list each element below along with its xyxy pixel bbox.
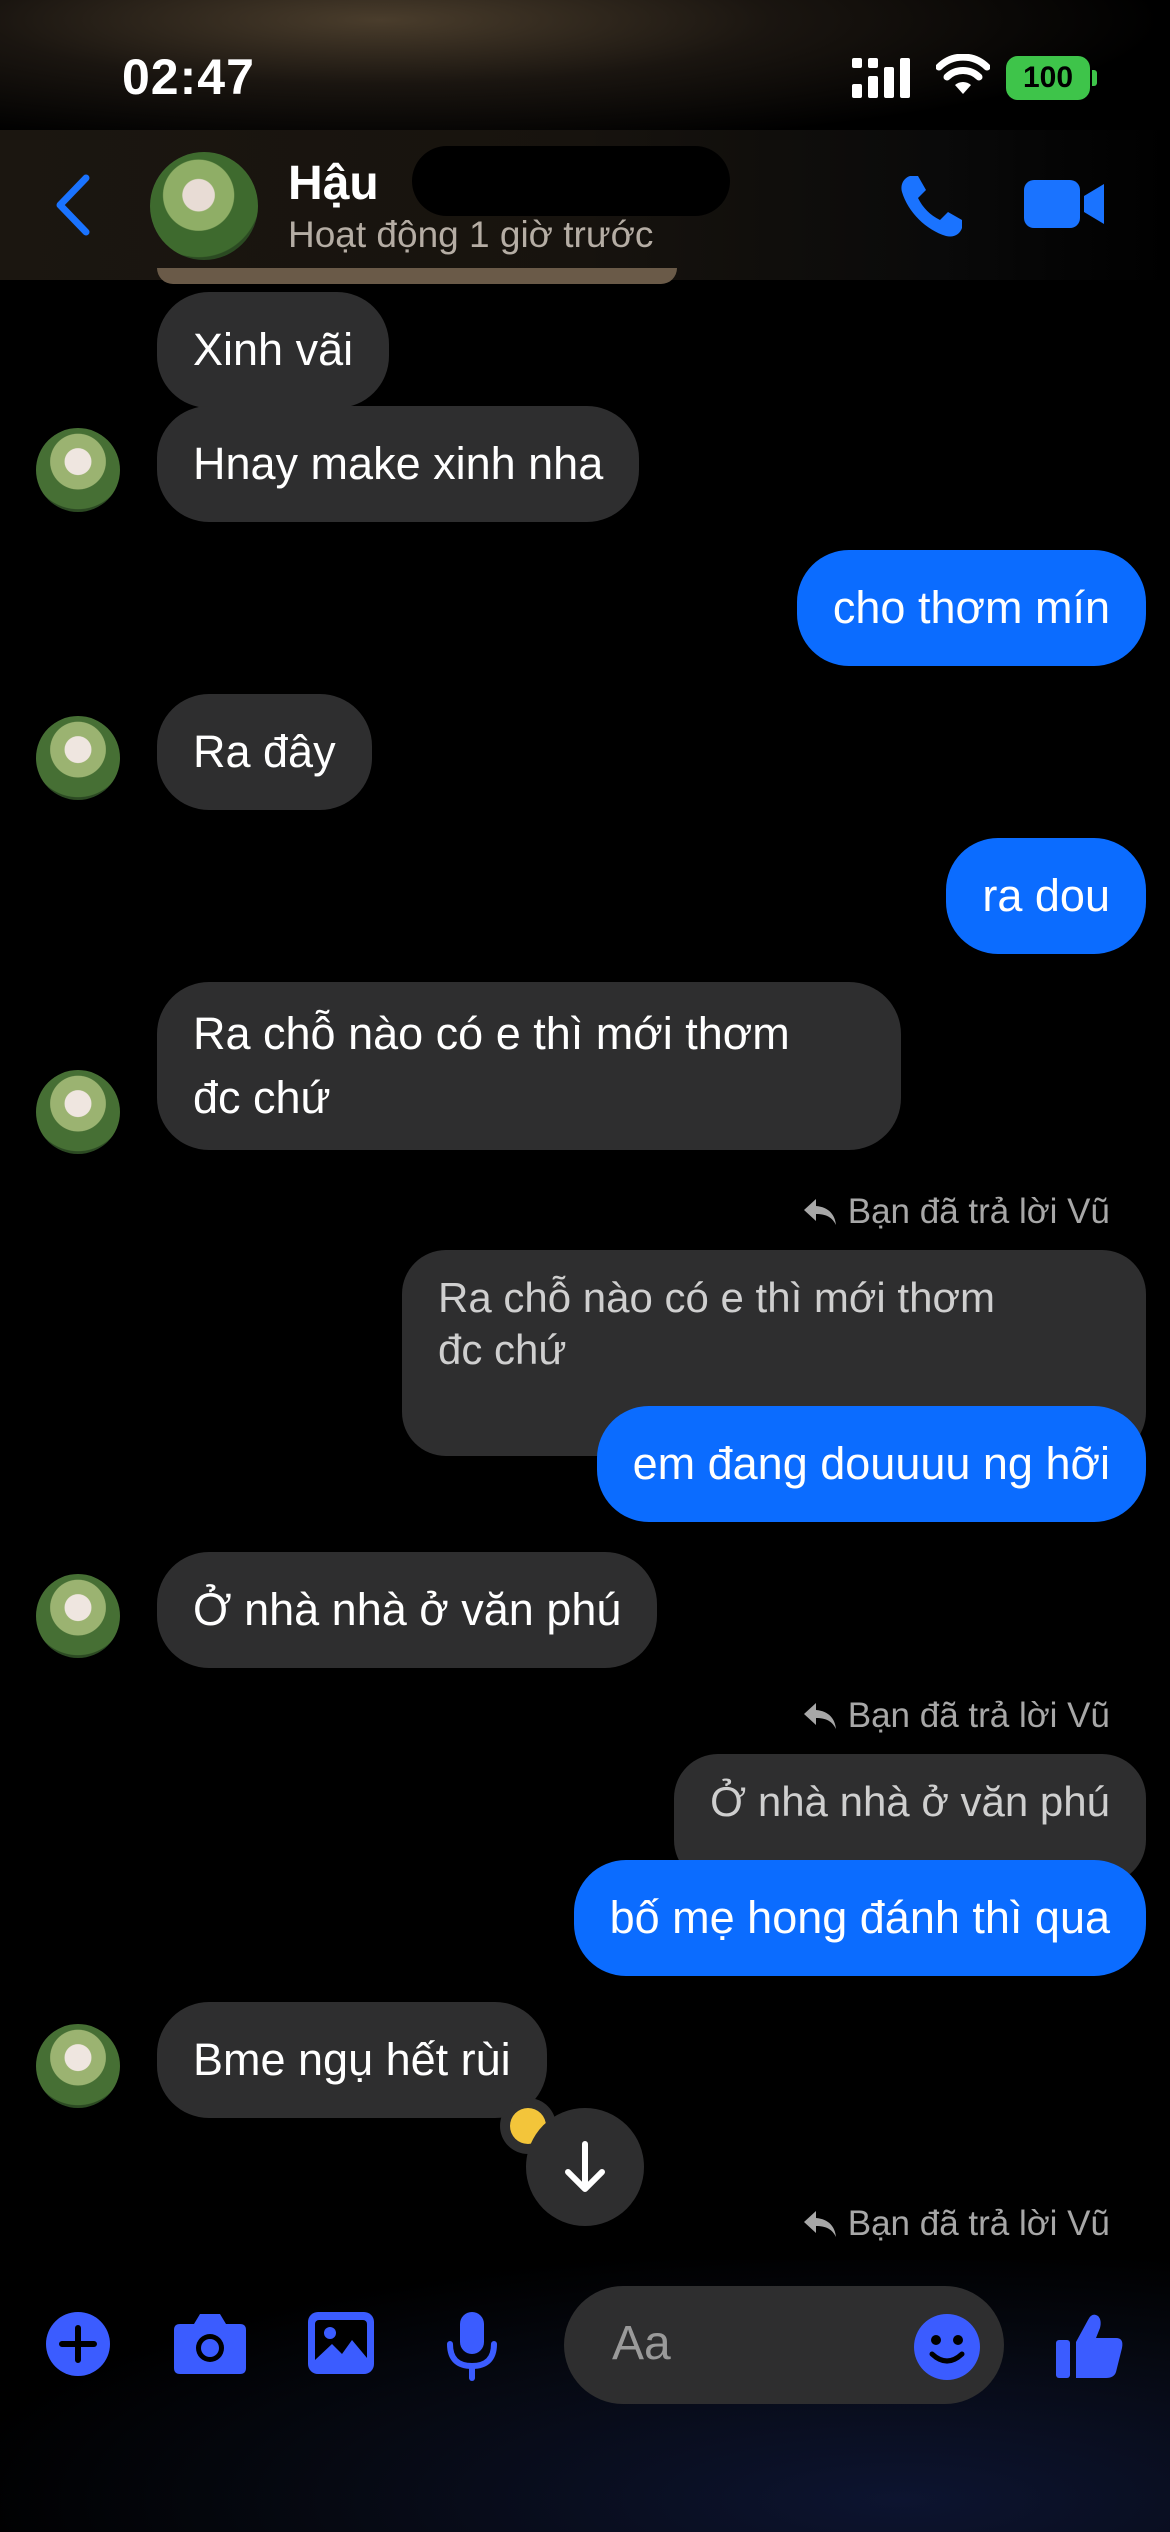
message-bubble-outgoing[interactable]: bố mẹ hong đánh thì qua: [573, 1860, 1146, 1976]
back-button[interactable]: [48, 170, 98, 240]
message-bubble-incoming[interactable]: Bme ngụ hết rùi: [157, 2002, 547, 2118]
message-bubble-incoming[interactable]: Xinh vãi: [157, 292, 390, 408]
message-bubble-outgoing[interactable]: cho thơm mín: [796, 550, 1146, 666]
camera-button[interactable]: [172, 2310, 248, 2376]
microphone-button[interactable]: [444, 2310, 500, 2382]
scroll-to-bottom-button[interactable]: [526, 2108, 644, 2226]
reply-indicator: Bạn đã trả lời Vũ: [802, 1696, 1110, 1736]
add-button[interactable]: [44, 2310, 112, 2378]
quoted-text-line: đc chứ: [438, 1326, 567, 1373]
message-bubble-incoming[interactable]: Ở nhà nhà ở văn phú: [157, 1552, 658, 1668]
emoji-button[interactable]: [912, 2312, 982, 2382]
sender-avatar[interactable]: [36, 1574, 120, 1658]
reply-indicator-text: Bạn đã trả lời Vũ: [847, 2204, 1110, 2243]
contact-avatar[interactable]: [150, 152, 258, 260]
name-redaction: [412, 146, 730, 216]
quoted-text-line: Ra chỗ nào có e thì mới thơm: [438, 1274, 995, 1321]
status-time: 02:47: [122, 49, 255, 105]
reply-arrow-icon: [803, 1199, 836, 1225]
message-text-line: đc chứ: [193, 1072, 331, 1123]
reply-indicator-text: Bạn đã trả lời Vũ: [847, 1192, 1110, 1231]
reply-arrow-icon: [803, 2211, 836, 2237]
sender-avatar[interactable]: [36, 716, 120, 800]
reply-indicator: Bạn đã trả lời Vũ: [802, 1192, 1110, 1232]
sender-avatar[interactable]: [36, 2024, 120, 2108]
message-input-placeholder: Aa: [612, 2317, 671, 2370]
message-bubble-incoming[interactable]: Hnay make xinh nha: [157, 406, 640, 522]
photo-message-cropped[interactable]: [157, 268, 677, 284]
presence-status: Hoạt động 1 giờ trước: [288, 214, 654, 255]
phone-call-button[interactable]: [896, 170, 968, 242]
message-bubble-outgoing[interactable]: em đang douuuu ng hỡi: [596, 1406, 1146, 1522]
photo-gallery-button[interactable]: [306, 2310, 376, 2376]
arrow-down-icon: [565, 2141, 605, 2192]
wifi-icon: [936, 54, 990, 94]
video-call-button[interactable]: [1024, 176, 1106, 232]
battery-indicator: 100: [1006, 56, 1090, 100]
sender-avatar[interactable]: [36, 428, 120, 512]
like-thumbs-up-button[interactable]: [1054, 2310, 1126, 2382]
battery-tip: [1092, 70, 1097, 86]
reply-indicator-text: Bạn đã trả lời Vũ: [847, 1696, 1110, 1735]
cellular-signal-icon: [852, 58, 910, 98]
reply-indicator: Bạn đã trả lời Vũ: [802, 2204, 1110, 2244]
contact-name[interactable]: Hậu: [288, 156, 379, 211]
message-text-line: Ra chỗ nào có e thì mới thơm: [193, 1008, 790, 1059]
sender-avatar[interactable]: [36, 1070, 120, 1154]
message-bubble-outgoing[interactable]: ra dou: [946, 838, 1146, 954]
message-bubble-incoming[interactable]: Ra chỗ nào có e thì mới thơm đc chứ: [157, 982, 901, 1150]
reply-arrow-icon: [803, 1703, 836, 1729]
message-bubble-incoming[interactable]: Ra đây: [157, 694, 372, 810]
